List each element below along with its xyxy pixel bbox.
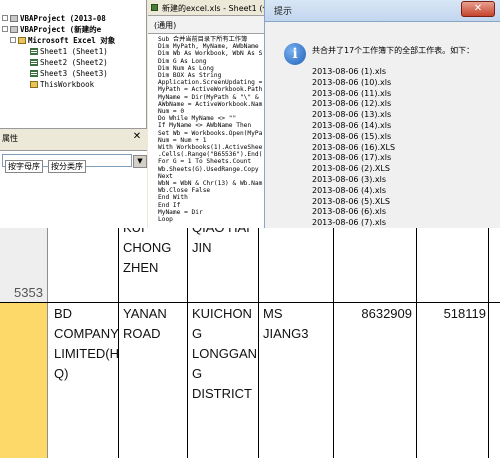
close-icon[interactable]: ✕ (131, 131, 143, 143)
tree-item-excel-objects[interactable]: Microsoft Excel 对象 (10, 35, 115, 46)
project-icon (10, 14, 18, 22)
sheet-icon (30, 47, 38, 55)
chevron-down-icon[interactable]: ▼ (133, 155, 147, 168)
code-line: Wb.Sheets(G).UsedRange.Copy (158, 165, 259, 173)
workbook-icon (30, 80, 38, 88)
file-list-item: 2013-08-06 (10).xls (312, 77, 392, 87)
tree-item-project-2013[interactable]: VBAProject (2013-08 (2, 13, 106, 24)
cell-line: DISTRICT (192, 386, 252, 401)
sheet-icon (30, 69, 38, 77)
cell-line: LIMITED(H (54, 346, 119, 361)
cell-line: BD (54, 306, 73, 321)
column-border (333, 228, 334, 458)
file-list-item: 2013-08-06 (15).xls (312, 131, 392, 141)
cell-line: YANAN (123, 306, 167, 321)
file-list-item: 2013-08-06 (7).xls (312, 218, 387, 228)
cell-line: MS (263, 306, 283, 321)
cell-line: 518119 (443, 306, 486, 321)
code-line: Loop (158, 216, 173, 223)
tab-alphabetic[interactable]: 按字母序 (5, 160, 43, 173)
cell-line: Q) (54, 366, 69, 381)
file-list-item: 2013-08-06 (2).XLS (312, 164, 390, 174)
file-list-item: 2013-08-06 (6).xls (312, 207, 387, 217)
tree-item-sheet1[interactable]: Sheet1 (Sheet1) (30, 46, 108, 57)
message-dialog: 提示 ✕ i 共合并了17个工作簿下的全部工作表。如下： 2013-08-06 … (264, 0, 500, 228)
cell-line: KUI (123, 228, 171, 238)
expand-box-icon[interactable] (2, 26, 8, 32)
cell-contact[interactable]: MS JIANG3 (263, 304, 309, 344)
module-icon (151, 4, 158, 11)
expand-box-icon[interactable] (10, 37, 16, 43)
row-header-selected[interactable] (0, 302, 48, 458)
tree-item-project-new[interactable]: VBAProject (新建的e (2, 24, 101, 35)
cell-line: G (192, 366, 203, 381)
cell-line: QIAO HAI (192, 228, 250, 238)
file-list-item: 2013-08-06 (5).XLS (312, 196, 390, 206)
tree-item-thisworkbook[interactable]: ThisWorkbook (30, 79, 94, 90)
row-border (0, 302, 500, 303)
object-combo-value: (通用) (154, 21, 177, 30)
dialog-title: 提示 (274, 7, 293, 17)
file-list-item: 2013-08-06 (12).xls (312, 99, 392, 109)
project-icon (10, 25, 18, 33)
tree-item-sheet2[interactable]: Sheet2 (Sheet2) (30, 57, 108, 68)
cell-postcode[interactable]: 518119 (421, 304, 486, 324)
tree-item-sheet3[interactable]: Sheet3 (Sheet3) (30, 68, 108, 79)
file-list-item: 2013-08-06 (13).xls (312, 110, 392, 120)
column-border (488, 228, 489, 458)
cell-line: CHONG (123, 240, 172, 255)
info-icon: i (284, 43, 306, 65)
column-border (187, 228, 188, 458)
spreadsheet: 5353 KUI CHONG ZHEN QIAO HAI JIN BD COMP… (0, 228, 500, 458)
cell-district[interactable]: KUICHON G LONGGAN G DISTRICT (192, 304, 257, 404)
cell-line: ROAD (123, 326, 161, 341)
file-list-item: 2013-08-06 (11).xls (312, 88, 392, 98)
file-list-item: 2013-08-06 (14).xls (312, 121, 392, 130)
cell-line: JIANG3 (263, 326, 309, 341)
project-explorer: VBAProject (2013-08 VBAProject (新建的e Mic… (0, 0, 147, 128)
file-list-item: 2013-08-06 (4).xls (312, 185, 387, 195)
cell-company[interactable]: BD COMPANY LIMITED(H Q) (54, 304, 119, 384)
column-border (416, 228, 417, 458)
cell-line: 8632909 (361, 306, 412, 321)
file-list-item: 2013-08-06 (16).XLS (312, 142, 396, 152)
cell-line: LONGGAN (192, 346, 258, 361)
cell-line: JIN (192, 240, 212, 255)
file-list-item: 2013-08-06 (17).xls (312, 153, 392, 163)
expand-box-icon[interactable] (2, 15, 8, 21)
cell-line: G (192, 326, 203, 341)
tab-categorized[interactable]: 按分类序 (48, 160, 86, 173)
column-border (258, 228, 259, 458)
properties-titlebar: 属性 ✕ (0, 128, 147, 150)
sheet-icon (30, 58, 38, 66)
row-number: 5353 (14, 285, 43, 300)
cell-line: COMPANY (54, 326, 119, 341)
file-list-item: 2013-08-06 (1).xls (312, 67, 387, 76)
vba-editor-screenshot: VBAProject (2013-08 VBAProject (新建的e Mic… (0, 0, 500, 228)
cell-upper-district[interactable]: QIAO HAI JIN (192, 228, 250, 258)
cell-phone[interactable]: 8632909 (338, 304, 412, 324)
cell-line: ZHEN (123, 260, 159, 275)
cell-line: KUICHON (192, 306, 252, 321)
dialog-titlebar: 提示 ✕ (265, 0, 500, 22)
close-icon[interactable]: ✕ (461, 1, 495, 17)
dialog-message: 共合并了17个工作簿下的全部工作表。如下： (312, 46, 475, 55)
excel-folder-icon (18, 36, 26, 44)
properties-title: 属性 (2, 134, 18, 143)
file-list-item: 2013-08-06 (3).xls (312, 175, 387, 184)
cell-street[interactable]: YANAN ROAD (123, 304, 167, 344)
cell-upper-street[interactable]: KUI CHONG ZHEN (123, 228, 172, 278)
